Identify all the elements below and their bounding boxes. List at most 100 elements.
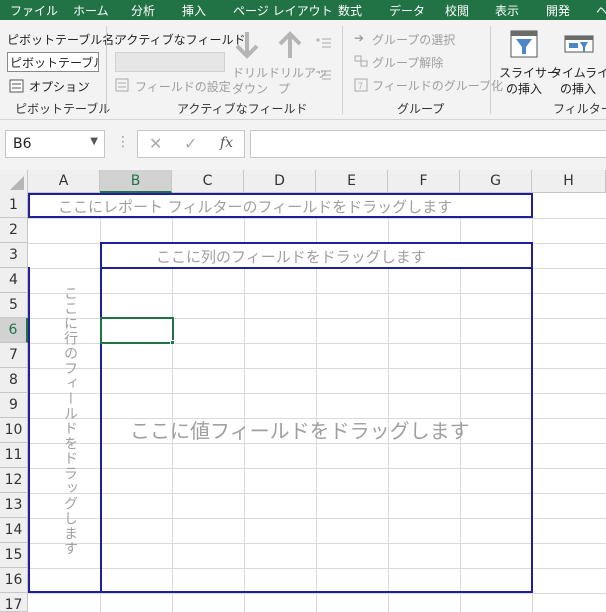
group-group-label: グループ <box>397 102 445 116</box>
column-header-g[interactable]: G <box>460 170 532 193</box>
column-header-h[interactable]: H <box>532 170 606 193</box>
column-header-f[interactable]: F <box>388 170 460 193</box>
group-divider <box>490 26 491 114</box>
field-settings-icon <box>115 78 129 92</box>
tab-review[interactable]: 校閲 <box>445 2 469 19</box>
excel-window: ファイル ホーム 分析 挿入 ページ レイアウト 数式 データ 校閲 表示 開発… <box>0 0 606 612</box>
tab-view[interactable]: 表示 <box>495 2 519 19</box>
formula-bar: B6 ▼ ⋮ ✕ ✓ fx <box>0 120 606 170</box>
tab-formulas[interactable]: 数式 <box>338 2 362 19</box>
chevron-down-icon[interactable]: ▼ <box>90 136 98 147</box>
name-box[interactable]: B6 ▼ <box>5 130 105 158</box>
select-all-button[interactable] <box>0 170 28 193</box>
field-settings-label: フィールドの設定 <box>135 80 231 94</box>
selected-cell-b6[interactable] <box>100 317 174 344</box>
report-filter-drop-text: ここにレポート フィルターのフィールドをドラッグします <box>58 198 453 216</box>
insert-slicer-button[interactable]: スライサー の挿入 <box>498 28 559 96</box>
gridline <box>28 218 606 219</box>
field-settings-button[interactable]: フィールドの設定 <box>115 77 231 95</box>
column-header-c[interactable]: C <box>172 170 244 193</box>
column-header-d[interactable]: D <box>244 170 316 193</box>
chevron-down-icon: ⌄ <box>83 77 92 88</box>
expand-field-icon[interactable] <box>316 36 332 50</box>
active-field-group-label: アクティブなフィールド <box>177 102 308 116</box>
slicer-label-2: の挿入 <box>506 82 543 96</box>
row-header[interactable]: 12 <box>0 468 28 493</box>
drill-down-button[interactable]: ドリル ダウン <box>229 28 268 96</box>
row-header[interactable]: 2 <box>0 218 28 243</box>
fill-handle[interactable] <box>170 340 175 345</box>
timeline-icon <box>564 35 594 53</box>
ungroup-button[interactable]: グループ解除 <box>354 54 494 70</box>
drill-down-label-2: ダウン <box>232 82 269 96</box>
collapse-field-icon[interactable] <box>316 68 332 82</box>
column-header-b[interactable]: B <box>100 170 172 193</box>
group-divider <box>106 26 107 114</box>
group-field-button[interactable]: 7 フィールドのグループ化 <box>354 77 503 93</box>
row-header[interactable]: 3 <box>0 243 28 268</box>
tab-developer[interactable]: 開発 <box>546 2 570 19</box>
options-label: オプション <box>29 80 90 94</box>
spreadsheet-grid: A B C D E F G H 1 2 3 4 5 6 7 8 9 10 11 … <box>0 170 606 612</box>
row-header[interactable]: 15 <box>0 543 28 568</box>
column-header-e[interactable]: E <box>316 170 388 193</box>
svg-text:7: 7 <box>358 81 363 91</box>
tab-page-layout[interactable]: ページ レイアウト <box>233 2 333 19</box>
row-header[interactable]: 14 <box>0 518 28 543</box>
row-header[interactable]: 1 <box>0 193 28 218</box>
row-header[interactable]: 11 <box>0 443 28 468</box>
group-field-label: フィールドのグループ化 <box>372 79 504 93</box>
arrow-down-icon <box>235 32 259 59</box>
tab-file[interactable]: ファイル <box>10 2 58 19</box>
insert-function-icon[interactable]: fx <box>220 135 233 151</box>
formula-buttons: ✕ ✓ fx <box>137 130 245 158</box>
cancel-icon[interactable]: ✕ <box>149 134 162 153</box>
column-drop-text: ここに列のフィールドをドラッグします <box>156 248 426 266</box>
column-header-a[interactable]: A <box>28 170 100 193</box>
drill-down-label-1: ドリル <box>232 66 269 80</box>
check-icon[interactable]: ✓ <box>184 134 197 153</box>
pivot-name-input[interactable]: ピボットテーブル2 <box>7 52 99 72</box>
row-header[interactable]: 4 <box>0 268 28 293</box>
row-header[interactable]: 9 <box>0 393 28 418</box>
ungroup-label: グループ解除 <box>372 56 444 70</box>
group-field-icon: 7 <box>354 78 368 92</box>
name-box-value: B6 <box>13 136 32 152</box>
tab-data[interactable]: データ <box>389 2 425 19</box>
formula-input[interactable] <box>250 130 606 158</box>
group-selection-button[interactable]: ➔ グループの選択 <box>354 31 494 47</box>
row-header[interactable]: 7 <box>0 343 28 368</box>
row-header[interactable]: 6 <box>0 318 28 343</box>
insert-timeline-button[interactable]: タイムライン の挿入 <box>550 28 606 96</box>
slicer-icon <box>510 30 538 58</box>
drill-up-button[interactable]: ドリルアッ プ <box>266 28 328 96</box>
tab-analyze[interactable]: 分析 <box>131 2 155 19</box>
group-selection-label: グループの選択 <box>372 33 456 47</box>
row-header[interactable]: 10 <box>0 418 28 443</box>
active-field-input[interactable] <box>115 52 225 72</box>
options-button[interactable]: オプション ⌄ <box>9 77 99 95</box>
row-header[interactable]: 13 <box>0 493 28 518</box>
pivot-name-label: ピボットテーブル名: <box>7 33 119 47</box>
select-all-icon <box>10 176 24 190</box>
tab-help[interactable]: ヘ <box>596 2 606 19</box>
ungroup-icon <box>354 55 368 67</box>
timeline-label-2: の挿入 <box>560 82 597 96</box>
timeline-label-1: タイムライン <box>550 66 606 80</box>
row-header[interactable]: 8 <box>0 368 28 393</box>
row-drop-divider <box>100 267 102 593</box>
tab-home[interactable]: ホーム <box>73 2 109 19</box>
filter-group-label: フィルター <box>553 102 606 116</box>
row-drop-text[interactable]: ここに行のフィールドをドラッグします <box>48 286 80 586</box>
row-header[interactable]: 16 <box>0 568 28 593</box>
ribbon-tab-bar: ファイル ホーム 分析 挿入 ページ レイアウト 数式 データ 校閲 表示 開発… <box>0 0 606 20</box>
value-drop-text[interactable]: ここに値フィールドをドラッグします <box>130 415 470 444</box>
ribbon: ピボットテーブル名: ピボットテーブル2 オプション ⌄ ピボットテーブル アク… <box>0 20 606 120</box>
row-header[interactable]: 5 <box>0 293 28 318</box>
arrow-right-icon: ➔ <box>354 31 365 45</box>
row-header[interactable]: 17 <box>0 593 28 612</box>
more-icon: ⋮ <box>116 134 130 150</box>
tab-insert[interactable]: 挿入 <box>182 2 206 19</box>
group-divider <box>342 26 343 114</box>
drill-up-label-2: プ <box>278 82 291 96</box>
